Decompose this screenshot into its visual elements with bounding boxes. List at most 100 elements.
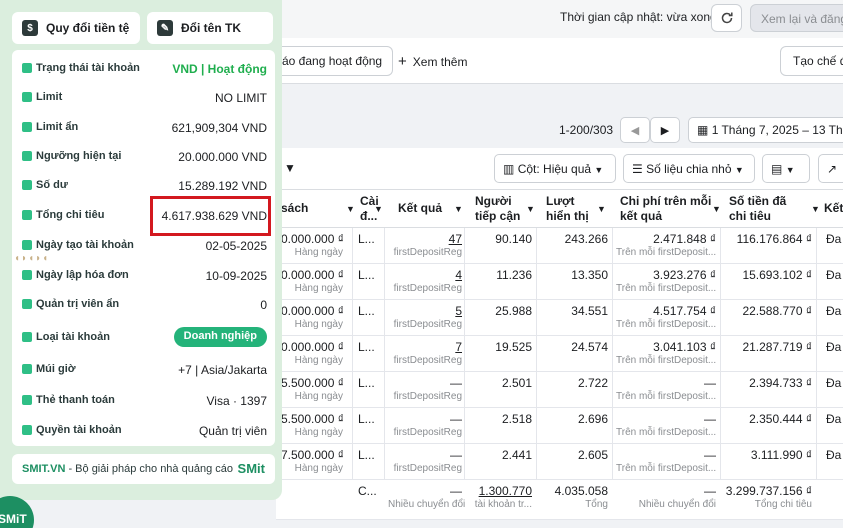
- cell-cpr-subtext: Trên mỗi firstDeposit...: [616, 247, 717, 258]
- cell-end-value: Đa: [826, 376, 842, 390]
- rename-account-button[interactable]: ✎ Đổi tên TK: [147, 12, 273, 44]
- cell-cpr: — Trên mỗi firstDeposit...: [616, 376, 716, 404]
- breakdown-button[interactable]: ☰ Số liệu chia nhỏ ▼: [623, 154, 755, 183]
- header-end[interactable]: Kết: [824, 201, 843, 216]
- prev-page-button[interactable]: ◀: [620, 117, 650, 143]
- cell-results[interactable]: 5 firstDepositReg: [388, 304, 462, 332]
- cell-reach-value: 2.441: [501, 448, 532, 462]
- cell-results-value: —: [450, 412, 462, 426]
- total-spent-subtext: Tổng chi tiêu: [754, 499, 812, 510]
- cell-cpr-subtext: Trên mỗi firstDeposit...: [616, 355, 717, 366]
- cell-cpr-value: 2.471.848 ₫: [653, 232, 716, 246]
- cell-end: Đa: [826, 448, 843, 462]
- cell-cpr-value: 3.923.276 ₫: [653, 268, 716, 282]
- table-row[interactable]: 0.000.000 ₫ Hàng ngày L... 47 firstDepositRe…: [276, 228, 843, 264]
- column-divider: [536, 228, 537, 264]
- column-divider: [536, 264, 537, 300]
- cell-reach-value: 19.525: [495, 340, 532, 354]
- timezone-icon: [22, 364, 32, 374]
- header-budget[interactable]: sách: [281, 201, 308, 216]
- caret-down-icon: ▼: [811, 204, 820, 214]
- table-row[interactable]: 0.000.000 ₫ Hàng ngày L... 7 firstDepositReg…: [276, 336, 843, 372]
- account-type-icon: [22, 332, 32, 342]
- cell-results-subtext: firstDepositReg: [393, 247, 462, 258]
- see-more-button[interactable]: + Xem thêm: [398, 53, 467, 70]
- table-row[interactable]: 7.500.000 ₫ Hàng ngày L... — firstDepositReg…: [276, 444, 843, 480]
- caret-down-icon: ▼: [526, 204, 535, 214]
- cell-cpr-value: —: [704, 412, 716, 426]
- header-reach[interactable]: Người tiếp cận: [475, 194, 520, 224]
- info-value: +7 | Asia/Jakarta: [178, 363, 267, 377]
- table-row[interactable]: 5.500.000 ₫ Hàng ngày L... — firstDepositReg…: [276, 408, 843, 444]
- cell-spent: 21.287.719 ₫: [722, 340, 812, 354]
- header-amount-spent[interactable]: Số tiền đã chi tiêu: [729, 194, 786, 224]
- currency-convert-label: Quy đổi tiền tệ: [46, 21, 130, 35]
- cell-setting: L...: [358, 304, 380, 318]
- currency-convert-button[interactable]: $ Quy đổi tiền tệ: [12, 12, 140, 44]
- column-divider: [384, 264, 385, 300]
- table-row[interactable]: 5.500.000 ₫ Hàng ngày L... — firstDepositReg…: [276, 372, 843, 408]
- cell-setting: L...: [358, 376, 380, 390]
- create-button[interactable]: Tạo chế độ: [780, 46, 843, 76]
- export-icon: ↗: [827, 162, 838, 176]
- column-divider: [464, 336, 465, 372]
- info-row: Limit NO LIMIT: [12, 83, 275, 111]
- export-button[interactable]: ↗: [818, 154, 843, 183]
- column-divider: [816, 408, 817, 444]
- cell-results[interactable]: — firstDepositReg: [388, 448, 462, 476]
- cell-results[interactable]: — firstDepositReg: [388, 412, 462, 440]
- info-row: Thẻ thanh toán Visa · 1397: [12, 386, 275, 414]
- header-cost-per-result[interactable]: Chi phí trên mỗi kết quả: [620, 194, 711, 224]
- cell-results[interactable]: 4 firstDepositReg: [388, 268, 462, 296]
- total-spent-value: 3.299.737.156 ₫: [725, 484, 812, 498]
- cell-budget: 0.000.000 ₫ Hàng ngày: [281, 268, 344, 296]
- cell-budget-subtext: Hàng ngày: [294, 391, 343, 402]
- table-row[interactable]: 0.000.000 ₫ Hàng ngày L... 5 firstDepositReg…: [276, 300, 843, 336]
- columns-button[interactable]: ▥ Cột: Hiệu quả ▼: [494, 154, 616, 183]
- table-row[interactable]: 0.000.000 ₫ Hàng ngày L... 4 firstDepositReg…: [276, 264, 843, 300]
- column-divider: [816, 300, 817, 336]
- cell-budget-value: 0.000.000 ₫: [281, 304, 344, 318]
- cell-reach-value: 11.236: [496, 268, 532, 282]
- tab-active-ads[interactable]: áo đang hoạt động: [276, 46, 394, 76]
- reports-button[interactable]: ▤ ▼: [762, 154, 810, 183]
- cell-end: Đa: [826, 232, 843, 246]
- total-reach-subtext: tài khoản tr...: [474, 499, 532, 510]
- cell-setting: L...: [358, 268, 380, 282]
- column-divider: [464, 372, 465, 408]
- review-publish-button[interactable]: Xem lại và đăng: [750, 4, 843, 32]
- cell-end: Đa: [826, 304, 843, 318]
- cell-end-value: Đa: [826, 232, 842, 246]
- info-row: Quyền tài khoản Quản trị viên: [12, 416, 275, 444]
- column-divider: [352, 444, 353, 480]
- cell-spent: 3.111.990 ₫: [722, 448, 812, 462]
- info-label: Múi giờ: [36, 363, 76, 375]
- caret-down-icon: ▼: [284, 161, 296, 175]
- header-cpr-caret: ▼: [712, 201, 721, 217]
- cell-results[interactable]: 47 firstDepositReg: [388, 232, 462, 260]
- header-results-caret: ▼: [454, 201, 463, 217]
- header-results[interactable]: Kết quả: [398, 201, 442, 216]
- column-divider: [384, 300, 385, 336]
- table-header: sách ▼ Cài đ... ▼ Kết quả ▼ Người tiếp c…: [276, 190, 843, 228]
- header-impressions[interactable]: Lượt hiển thị: [546, 194, 589, 224]
- smit-footer[interactable]: SMIT.VN - Bộ giải pháp cho nhà quảng cáo…: [12, 454, 275, 484]
- page-range: 1-200/303: [559, 123, 614, 137]
- smit-floating-button[interactable]: SMiT: [0, 496, 34, 528]
- cell-cpr: — Trên mỗi firstDeposit...: [616, 448, 716, 476]
- date-range-label: 1 Tháng 7, 2025 – 13 Tháng 9: [711, 123, 843, 137]
- cell-results[interactable]: 7 firstDepositReg: [388, 340, 462, 368]
- cell-budget-value: 7.500.000 ₫: [281, 448, 344, 462]
- cell-results[interactable]: — firstDepositReg: [388, 376, 462, 404]
- refresh-button[interactable]: [711, 4, 742, 32]
- cell-impressions-value: 34.551: [571, 304, 608, 318]
- column-divider: [384, 408, 385, 444]
- cell-end-value: Đa: [826, 340, 842, 354]
- calendar-icon: [22, 240, 32, 250]
- column-divider: [612, 264, 613, 300]
- cell-setting-value: L...: [358, 268, 375, 282]
- date-range-picker[interactable]: ▦ 1 Tháng 7, 2025 – 13 Tháng 9: [688, 117, 843, 143]
- next-page-button[interactable]: ▶: [650, 117, 680, 143]
- column-divider: [536, 336, 537, 372]
- cell-reach-value: 25.988: [495, 304, 532, 318]
